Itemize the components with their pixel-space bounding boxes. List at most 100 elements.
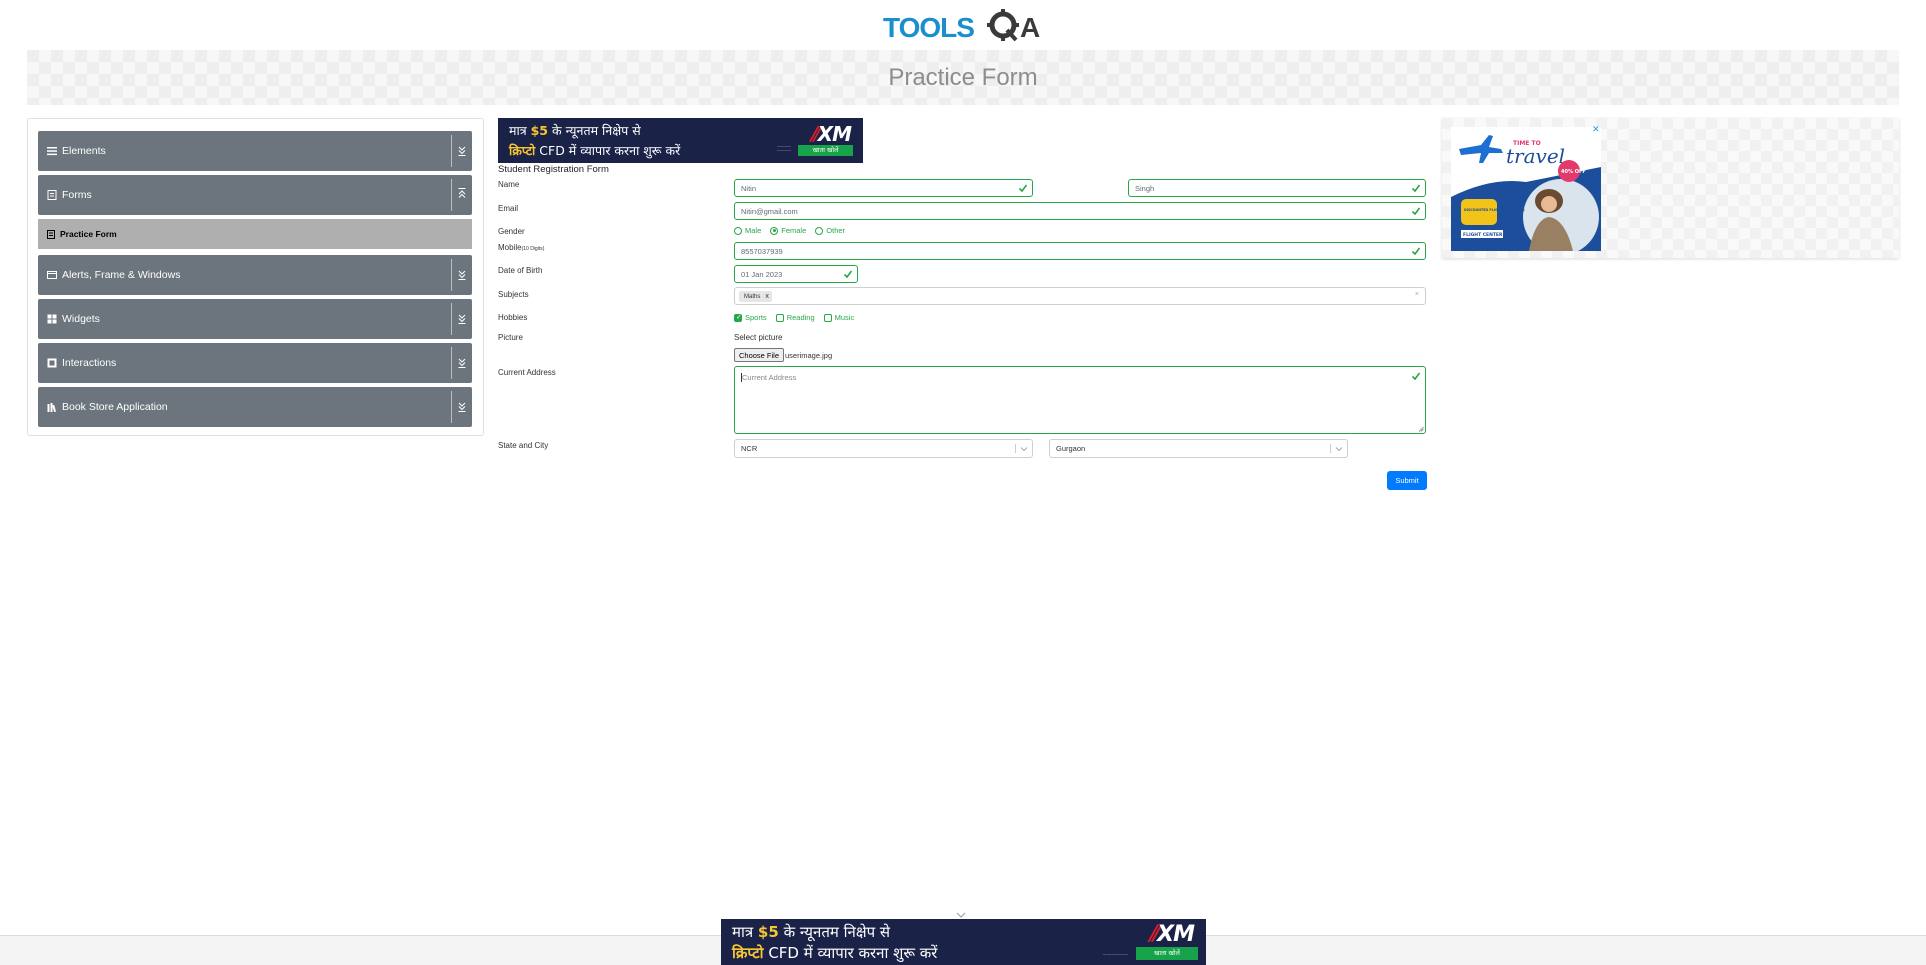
ad-text-line1: मात्र $5 के न्यूनतम निक्षेप से	[509, 123, 641, 138]
ad-disclaimer: --------------------	[1102, 952, 1128, 956]
page-header-banner: Practice Form	[27, 50, 1899, 105]
collapse-icon[interactable]	[456, 187, 468, 201]
xm-ad-banner-top[interactable]: मात्र $5 के न्यूनतम निक्षेप से क्रिप्टो …	[498, 118, 863, 163]
radio-circle	[734, 226, 742, 235]
chevron-down-icon[interactable]	[956, 911, 966, 919]
page-title: Practice Form	[888, 63, 1038, 91]
hobby-music-checkbox[interactable]: Music	[823, 313, 854, 322]
sidebar-item-label: Practice Form	[60, 229, 117, 239]
radio-label: Female	[781, 226, 807, 235]
mobile-value: 8557037939	[741, 246, 783, 256]
valid-check-icon	[843, 270, 853, 279]
document-icon	[47, 190, 57, 200]
nav-group-widgets[interactable]: Widgets	[38, 299, 472, 339]
hobbies-label: Hobbies	[498, 313, 528, 322]
svg-text:FLIGHT CENTER: FLIGHT CENTER	[1463, 232, 1503, 238]
valid-check-icon	[1411, 184, 1421, 193]
subject-chip-label: Maths	[744, 293, 761, 300]
state-value: NCR	[741, 444, 758, 453]
nav-group-elements[interactable]: Elements	[38, 131, 472, 171]
ad-close-icon[interactable]: ✕	[1592, 124, 1600, 135]
radio-circle-selected	[770, 226, 779, 235]
expand-icon[interactable]	[456, 311, 468, 325]
gender-other-radio[interactable]: Other	[815, 226, 845, 235]
gender-label: Gender	[498, 227, 525, 236]
travel-ad[interactable]: TIME TO travel 40% OFF DISCOUNTED FLIGHT…	[1451, 127, 1601, 251]
nav-group-interactions[interactable]: Interactions	[38, 343, 472, 383]
sidebar-item-practice-form[interactable]: Practice Form	[38, 219, 472, 249]
nav-group-label: Book Store Application	[62, 401, 168, 413]
email-input[interactable]: Nitin@gmail.com	[734, 202, 1426, 220]
checkbox-label: Sports	[745, 313, 767, 322]
valid-check-icon	[1411, 372, 1421, 381]
gender-male-radio[interactable]: Male	[734, 226, 761, 235]
valid-check-icon	[1411, 247, 1421, 256]
current-address-textarea[interactable]: Current Address	[734, 366, 1426, 434]
divider	[451, 259, 452, 291]
email-label: Email	[498, 204, 519, 213]
choose-file-button[interactable]: Choose File	[734, 348, 785, 362]
valid-check-icon	[1411, 207, 1421, 216]
nav-group-alerts-frame-windows[interactable]: Alerts, Frame & Windows	[38, 255, 472, 295]
form-icon	[47, 229, 55, 239]
gender-radio-group: Male Female Other	[734, 226, 854, 235]
divider	[451, 135, 452, 167]
checkbox-label: Reading	[786, 313, 815, 322]
radio-label: Other	[826, 226, 846, 235]
picture-label: Picture	[498, 333, 523, 342]
clear-subjects-icon[interactable]: ×	[1415, 291, 1419, 298]
nav-group-forms[interactable]: Forms	[38, 175, 472, 215]
radio-circle	[815, 226, 824, 235]
expand-icon[interactable]	[456, 267, 468, 281]
chip-remove-icon[interactable]: x	[765, 293, 769, 300]
window-icon	[47, 271, 57, 279]
subjects-input[interactable]: Maths x ×	[734, 287, 1426, 305]
ad-disclaimer: ----------- -----------	[777, 144, 791, 152]
divider	[451, 391, 452, 423]
city-select[interactable]: Gurgaon	[1049, 439, 1348, 458]
ad-text-line2: क्रिप्टो CFD में व्यापार करना शुरू करें	[509, 143, 681, 158]
gender-female-radio[interactable]: Female	[770, 226, 806, 235]
date-of-birth-input[interactable]: 01 Jan 2023	[734, 265, 858, 283]
menu-lines-icon	[47, 147, 57, 156]
divider	[451, 347, 452, 379]
left-nav-panel: Elements Forms Practice Form Alerts, Fra…	[27, 118, 484, 436]
mobile-label: Mobile(10 Digits)	[498, 243, 545, 252]
state-select[interactable]: NCR	[734, 439, 1033, 458]
expand-icon[interactable]	[456, 355, 468, 369]
expand-icon[interactable]	[456, 399, 468, 413]
dob-value: 01 Jan 2023	[741, 269, 783, 279]
nav-group-book-store-application[interactable]: Book Store Application	[38, 387, 472, 427]
resize-grip-icon[interactable]	[1418, 426, 1424, 432]
square-icon	[47, 358, 57, 368]
form-title: Student Registration Form	[498, 164, 609, 175]
hobby-reading-checkbox[interactable]: Reading	[775, 313, 815, 322]
divider	[1330, 444, 1331, 453]
svg-text:40% OFF: 40% OFF	[1561, 169, 1586, 175]
mobile-input[interactable]: 8557037939	[734, 242, 1426, 260]
last-name-value: Singh	[1135, 183, 1155, 193]
checkbox-checked	[734, 313, 742, 322]
travel-ad-container: TIME TO travel 40% OFF DISCOUNTED FLIGHT…	[1442, 118, 1899, 258]
books-icon	[47, 403, 57, 412]
hobby-sports-checkbox[interactable]: Sports	[734, 313, 767, 322]
xm-ad-banner-bottom[interactable]: मात्र $5 के न्यूनतम निक्षेप से क्रिप्टो …	[721, 919, 1206, 965]
last-name-input[interactable]: Singh	[1128, 179, 1426, 197]
ad-cta-button[interactable]: खाता खोलें	[1136, 947, 1198, 960]
expand-icon[interactable]	[456, 143, 468, 157]
xm-logo: ⫽XM	[1148, 922, 1195, 947]
nav-group-label: Interactions	[62, 357, 117, 369]
current-address-label: Current Address	[498, 368, 556, 377]
divider	[451, 303, 452, 335]
divider	[1015, 444, 1016, 453]
chosen-file-name: userimage.jpg	[785, 351, 833, 360]
select-picture-text: Select picture	[734, 333, 783, 342]
first-name-input[interactable]: Nitin	[734, 179, 1033, 197]
ad-cta-button[interactable]: खाता खोलें	[798, 145, 853, 156]
nav-group-label: Alerts, Frame & Windows	[62, 269, 181, 281]
checkbox	[775, 313, 784, 322]
toolsqa-logo[interactable]: TOOLS A	[883, 6, 1045, 46]
svg-text:DISCOUNTED FLIGHTS & HOTELS: DISCOUNTED FLIGHTS & HOTELS	[1464, 208, 1525, 212]
submit-button[interactable]: Submit	[1387, 471, 1427, 490]
city-value: Gurgaon	[1056, 444, 1086, 453]
